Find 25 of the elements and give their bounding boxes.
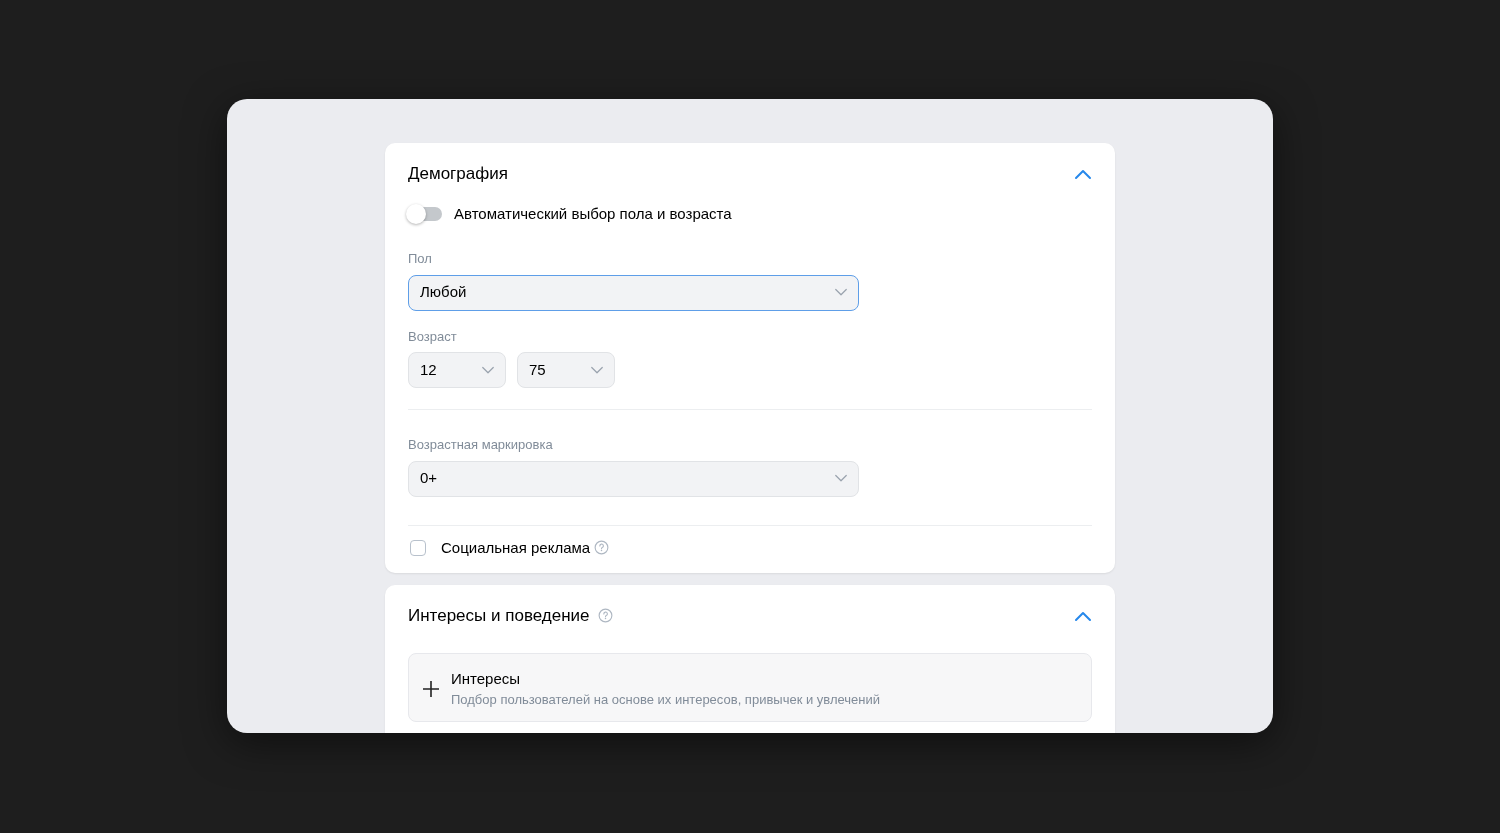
chevron-up-icon[interactable] (1074, 609, 1092, 622)
help-icon[interactable] (597, 608, 613, 624)
chevron-down-icon[interactable] (834, 288, 848, 297)
section-title: Демография (408, 163, 508, 185)
plus-icon (421, 678, 441, 699)
section-title: Интересы и поведение (408, 605, 590, 627)
dropdown[interactable]: 75 (517, 352, 615, 388)
dropdown[interactable]: 0+ (408, 460, 859, 497)
toggle-switch[interactable] (408, 206, 442, 221)
toggle-label: Автоматический выбор пола и возраста (454, 203, 732, 224)
field-label: Возрастная маркировка (408, 436, 554, 454)
chevron-down-icon[interactable] (481, 365, 495, 375)
help-icon[interactable] (594, 540, 610, 556)
dropdown[interactable]: Любой (408, 274, 859, 311)
targeting-option[interactable]: Интересы Подбор пользователей на основе их интересов, привычек и увлечений (408, 652, 1092, 722)
dropdown[interactable]: 12 (408, 352, 506, 388)
option-title: Интересы (451, 668, 522, 689)
field-label: Пол (408, 250, 433, 268)
checkbox-label: Социальная реклама (441, 537, 591, 558)
chevron-up-icon[interactable] (1074, 167, 1092, 180)
chevron-down-icon[interactable] (834, 474, 848, 483)
field-label: Возраст (408, 327, 458, 346)
chevron-down-icon[interactable] (590, 365, 604, 375)
option-description: Подбор пользователей на основе их интересов, привычек и увлечений (451, 691, 880, 709)
checkbox[interactable] (410, 539, 426, 556)
